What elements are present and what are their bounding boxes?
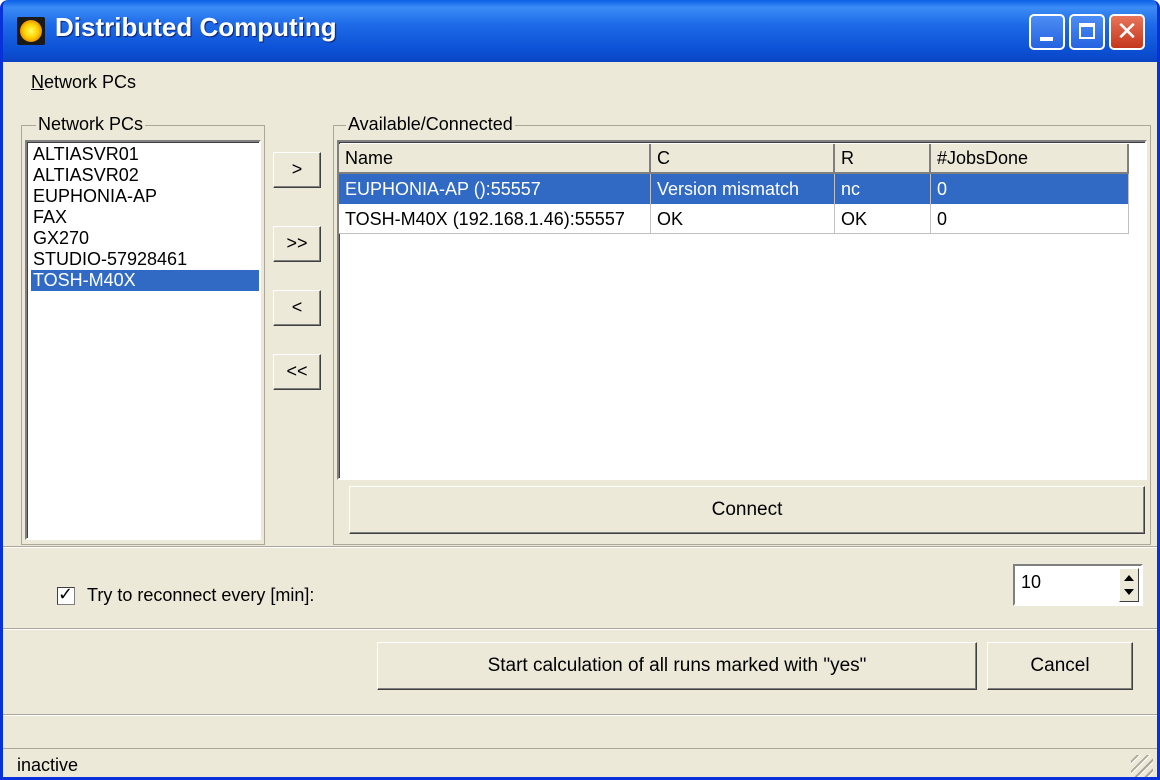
divider bbox=[3, 628, 1157, 630]
reconnect-minutes-spinner[interactable]: 10 bbox=[1013, 564, 1143, 606]
cell-r: nc bbox=[835, 174, 931, 204]
available-table[interactable]: Name C R #JobsDone EUPHONIA-AP ():55557 … bbox=[337, 140, 1147, 480]
remove-all-button[interactable]: << bbox=[273, 354, 321, 390]
minimize-icon bbox=[1040, 37, 1053, 41]
column-header-r[interactable]: R bbox=[835, 144, 931, 174]
check-mark-icon: ✓ bbox=[58, 584, 74, 605]
reconnect-minutes-value[interactable]: 10 bbox=[1021, 572, 1041, 593]
spinner-arrows[interactable] bbox=[1119, 568, 1139, 602]
table-row[interactable]: TOSH-M40X (192.168.1.46):55557 OK OK 0 bbox=[339, 204, 1131, 234]
menu-accelerator: N bbox=[31, 72, 44, 92]
column-header-name[interactable]: Name bbox=[339, 144, 651, 174]
network-pcs-group-label: Network PCs bbox=[36, 114, 146, 135]
cell-jobs-done: 0 bbox=[931, 174, 1129, 204]
column-header-jobs-done[interactable]: #JobsDone bbox=[931, 144, 1129, 174]
network-pc-item[interactable]: TOSH-M40X bbox=[31, 270, 259, 291]
cell-r: OK bbox=[835, 204, 931, 234]
menu-bar: Network PCs bbox=[3, 66, 1157, 98]
menu-label-rest: etwork PCs bbox=[44, 72, 137, 92]
maximize-icon bbox=[1079, 23, 1095, 39]
spin-up-icon[interactable] bbox=[1124, 575, 1134, 581]
add-all-button[interactable]: >> bbox=[273, 226, 321, 262]
network-pc-item[interactable]: FAX bbox=[31, 207, 259, 228]
cancel-button[interactable]: Cancel bbox=[987, 642, 1133, 690]
cell-name: TOSH-M40X (192.168.1.46):55557 bbox=[339, 204, 651, 234]
minimize-button[interactable] bbox=[1029, 14, 1065, 50]
cell-jobs-done: 0 bbox=[931, 204, 1129, 234]
network-pc-item[interactable]: STUDIO-57928461 bbox=[31, 249, 259, 270]
status-text: inactive bbox=[17, 755, 79, 775]
divider bbox=[3, 714, 1157, 716]
cell-c: Version mismatch bbox=[651, 174, 835, 204]
available-connected-group-label: Available/Connected bbox=[346, 114, 515, 135]
network-pcs-list[interactable]: ALTIASVR01 ALTIASVR02 EUPHONIA-AP FAX GX270 S… bbox=[25, 140, 261, 540]
cell-c: OK bbox=[651, 204, 835, 234]
network-pc-item[interactable]: GX270 bbox=[31, 228, 259, 249]
close-button[interactable]: ✕ bbox=[1109, 14, 1145, 50]
remove-selected-button[interactable]: < bbox=[273, 290, 321, 326]
resize-grip-icon[interactable] bbox=[1131, 755, 1153, 777]
connect-button[interactable]: Connect bbox=[349, 486, 1145, 534]
network-pc-item[interactable]: EUPHONIA-AP bbox=[31, 186, 259, 207]
window-title: Distributed Computing bbox=[55, 12, 337, 42]
spin-down-icon[interactable] bbox=[1124, 589, 1134, 595]
title-bar[interactable]: Distributed Computing ✕ bbox=[3, 0, 1157, 62]
network-pc-item[interactable]: ALTIASVR02 bbox=[31, 165, 259, 186]
column-header-c[interactable]: C bbox=[651, 144, 835, 174]
app-sun-icon bbox=[17, 17, 45, 45]
divider bbox=[3, 546, 1157, 548]
distributed-computing-window: Distributed Computing ✕ Network PCs Netw… bbox=[0, 0, 1160, 780]
maximize-button[interactable] bbox=[1069, 14, 1105, 50]
network-pc-item[interactable]: ALTIASVR01 bbox=[31, 144, 259, 165]
sun-glyph bbox=[20, 20, 42, 42]
close-icon: ✕ bbox=[1116, 17, 1138, 47]
reconnect-checkbox[interactable]: ✓ bbox=[57, 584, 75, 605]
table-row[interactable]: EUPHONIA-AP ():55557 Version mismatch nc… bbox=[339, 174, 1131, 204]
status-bar: inactive bbox=[3, 748, 1157, 777]
start-calculation-button[interactable]: Start calculation of all runs marked wit… bbox=[377, 642, 977, 690]
add-selected-button[interactable]: > bbox=[273, 152, 321, 188]
reconnect-label: Try to reconnect every [min]: bbox=[87, 585, 315, 605]
menu-network-pcs[interactable]: Network PCs bbox=[31, 72, 136, 93]
cell-name: EUPHONIA-AP ():55557 bbox=[339, 174, 651, 204]
